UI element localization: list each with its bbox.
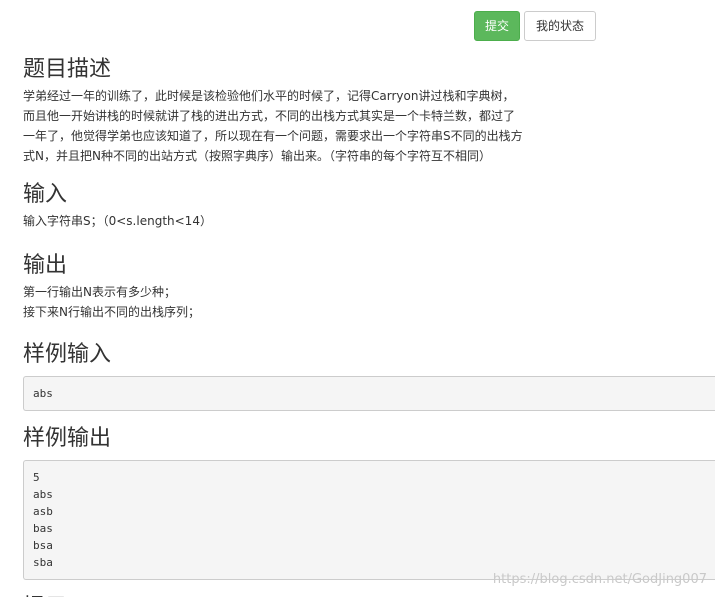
sample-input-code[interactable]: abs — [23, 376, 715, 411]
hint-section: 提示 — [23, 592, 715, 597]
sample-input-section: 样例输入 abs — [23, 339, 715, 411]
output-heading: 输出 — [23, 253, 68, 278]
output-text: 第一行输出N表示有多少种； 接下来N行输出不同的出栈序列； — [23, 285, 200, 319]
problem-page: 提交 我的状态 题目描述 学弟经过一年的训练了，此时候是该检验他们水平的时候了，… — [0, 0, 715, 597]
toolbar: 提交 我的状态 — [474, 11, 597, 41]
input-heading: 输入 — [23, 182, 68, 207]
sample-output-code[interactable]: 5 abs asb bas bsa sba — [23, 460, 715, 580]
sample-output-heading: 样例输出 — [23, 426, 112, 451]
description-heading: 题目描述 — [23, 57, 112, 82]
output-section: 输出 第一行输出N表示有多少种； 接下来N行输出不同的出栈序列； — [23, 250, 715, 322]
problem-content: 题目描述 学弟经过一年的训练了，此时候是该检验他们水平的时候了，记得Carryo… — [23, 54, 715, 597]
input-text: 输入字符串S；（0<s.length<14） — [23, 214, 212, 228]
hint-heading: 提示 — [23, 592, 715, 597]
submit-button[interactable]: 提交 — [474, 11, 521, 41]
sample-output-section: 样例输出 5 abs asb bas bsa sba — [23, 423, 715, 580]
description-text: 学弟经过一年的训练了，此时候是该检验他们水平的时候了，记得Carryon讲过栈和… — [23, 89, 523, 163]
my-status-button[interactable]: 我的状态 — [524, 11, 597, 41]
sample-input-heading: 样例输入 — [23, 342, 112, 367]
description-section: 题目描述 学弟经过一年的训练了，此时候是该检验他们水平的时候了，记得Carryo… — [23, 54, 715, 166]
watermark-text: https://blog.csdn.net/GodJing007 — [492, 572, 707, 587]
input-section: 输入 输入字符串S；（0<s.length<14） — [23, 179, 715, 231]
